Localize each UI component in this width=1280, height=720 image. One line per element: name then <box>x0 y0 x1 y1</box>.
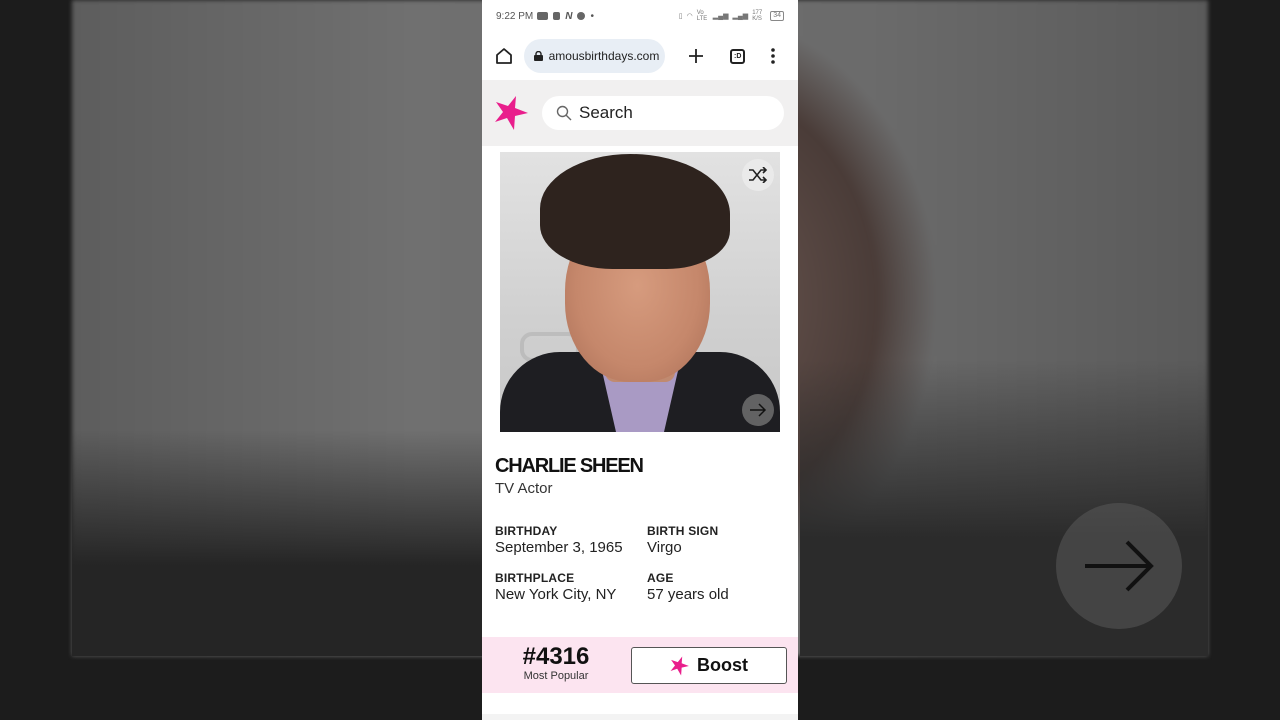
fact-value[interactable]: New York City, NY <box>495 586 616 603</box>
url-text: amousbirthdays.com <box>548 49 660 63</box>
shuffle-icon <box>749 167 768 183</box>
boost-label: Boost <box>697 655 748 675</box>
browser-toolbar: amousbirthdays.com :D <box>482 32 798 80</box>
new-tab-button[interactable] <box>681 41 711 71</box>
more-notifications-dot-icon: • <box>590 10 594 22</box>
fact-birthday: BIRTHDAY September 3, 1965 <box>495 524 623 556</box>
popularity-label: Most Popular <box>523 670 589 682</box>
n-app-icon: N <box>565 10 573 22</box>
vibrate-icon: ▯ <box>678 13 683 20</box>
fact-value: 57 years old <box>647 586 729 603</box>
lock-icon <box>533 51 543 61</box>
wifi-icon: ◠ <box>686 13 693 20</box>
fact-value[interactable]: September 3, 1965 <box>495 539 623 556</box>
popularity-bar: #4316 Most Popular Boost <box>482 637 798 693</box>
celebrity-name: CHARLIE SHEEN <box>495 455 644 477</box>
menu-button[interactable] <box>758 41 788 71</box>
home-icon <box>495 48 512 64</box>
home-button[interactable] <box>492 44 516 68</box>
star-icon <box>670 656 689 675</box>
fact-label: BIRTHPLACE <box>495 571 575 585</box>
fact-label: AGE <box>647 571 674 585</box>
tab-switcher-button[interactable]: :D <box>723 41 753 71</box>
popularity-rank: #4316 <box>522 643 590 670</box>
battery-indicator: 34 <box>770 11 784 21</box>
background-next-button <box>1056 503 1182 629</box>
address-bar[interactable]: amousbirthdays.com <box>523 39 666 73</box>
status-bar: 9:22 PM N • ▯ ◠ Vo LTE ▂▄▆ ▂▄▆ 177 K/S 3… <box>482 0 798 32</box>
search-placeholder: Search <box>579 103 633 122</box>
plus-icon <box>689 49 704 63</box>
phone-screen: 9:22 PM N • ▯ ◠ Vo LTE ▂▄▆ ▂▄▆ 177 K/S 3… <box>482 0 798 720</box>
volte-label: Vo LTE <box>696 10 708 22</box>
site-header: Search <box>482 80 798 146</box>
status-time: 9:22 PM <box>496 10 534 22</box>
boost-button[interactable]: Boost <box>631 647 787 684</box>
divider <box>482 714 798 720</box>
youtube-icon <box>537 12 549 20</box>
background-shade-left <box>72 430 492 656</box>
signal-icon-1: ▂▄▆ <box>712 13 729 20</box>
search-input[interactable]: Search <box>542 96 784 130</box>
fact-value[interactable]: Virgo <box>647 539 718 556</box>
fact-birthplace: BIRTHPLACE New York City, NY <box>495 571 616 603</box>
search-icon <box>556 105 572 121</box>
profile-photo <box>500 152 780 432</box>
arrow-right-icon <box>1085 540 1154 592</box>
settings-notification-icon <box>577 12 586 20</box>
fact-age: AGE 57 years old <box>647 571 729 603</box>
shuffle-button[interactable] <box>742 159 774 191</box>
fact-label: BIRTH SIGN <box>647 524 719 538</box>
fact-label: BIRTHDAY <box>495 524 558 538</box>
fact-birth-sign: BIRTH SIGN Virgo <box>647 524 718 556</box>
network-speed: 177 K/S <box>752 10 763 22</box>
tabs-icon: :D <box>730 48 746 64</box>
celebrity-profession[interactable]: TV Actor <box>495 480 553 497</box>
notification-icon <box>553 12 561 20</box>
arrow-right-icon <box>750 403 767 417</box>
famous-birthdays-logo-star-icon[interactable] <box>494 95 530 131</box>
more-vert-icon <box>771 48 776 64</box>
next-celebrity-button[interactable] <box>742 394 774 426</box>
signal-icon-2: ▂▄▆ <box>732 13 749 20</box>
